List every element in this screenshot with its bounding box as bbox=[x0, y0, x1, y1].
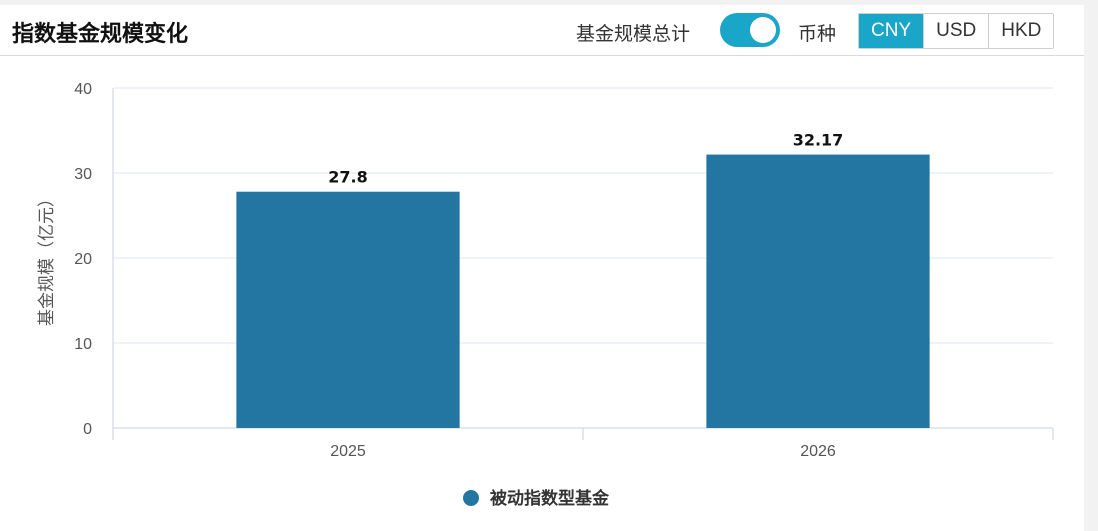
y-tick-label: 40 bbox=[74, 81, 92, 98]
y-tick-label: 10 bbox=[74, 336, 92, 353]
bars bbox=[236, 154, 930, 428]
y-tick-label: 30 bbox=[74, 166, 92, 183]
y-tick-label: 0 bbox=[83, 421, 92, 438]
bar[interactable] bbox=[236, 191, 460, 428]
bar-value-label: 27.8 bbox=[328, 168, 367, 187]
y-tick-label: 20 bbox=[74, 251, 92, 268]
x-tick-label: 2025 bbox=[330, 443, 366, 460]
x-tick-label: 2026 bbox=[800, 443, 836, 460]
legend-marker bbox=[463, 490, 479, 506]
bar-value-label: 32.17 bbox=[793, 131, 844, 150]
legend[interactable]: 被动指数型基金 bbox=[463, 488, 610, 509]
bar-chart: 0 10 20 30 40 2025 2026 27.8 32.17 基金规模（亿元） 被动指… bbox=[37, 81, 1054, 509]
legend-label: 被动指数型基金 bbox=[490, 488, 610, 509]
y-axis-title: 基金规模（亿元） bbox=[37, 190, 57, 326]
bar[interactable] bbox=[706, 154, 930, 428]
